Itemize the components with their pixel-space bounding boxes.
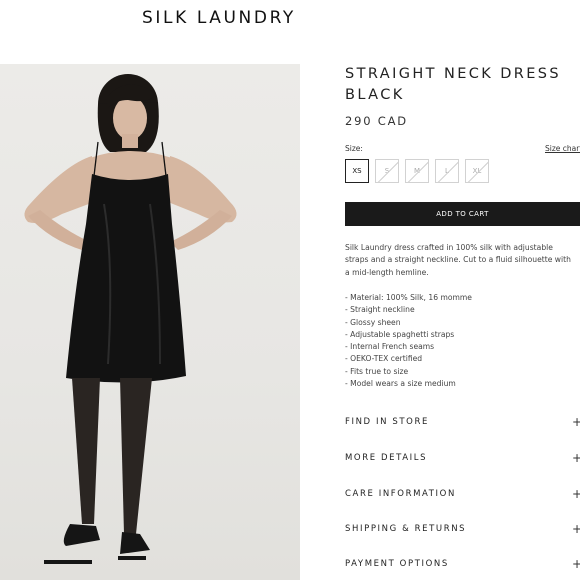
accordion-find-in-store[interactable]: FIND IN STORE + <box>345 412 580 432</box>
feature-item: - Glossy sheen <box>345 317 401 327</box>
feature-item: - OEKO-TEX certified <box>345 354 423 364</box>
model-figure-icon <box>24 74 237 564</box>
accordion-label: MORE DETAILS <box>345 453 428 463</box>
plus-icon: + <box>571 557 580 571</box>
accordion-label: SHIPPING & RETURNS <box>345 524 467 534</box>
size-option-xl[interactable]: XL <box>465 159 489 183</box>
size-option-m[interactable]: M <box>405 159 429 183</box>
accordion-shipping-returns[interactable]: SHIPPING & RETURNS + <box>345 519 580 539</box>
add-to-cart-button[interactable]: ADD TO CART <box>345 202 580 226</box>
feature-item: - Adjustable spaghetti straps <box>345 329 455 339</box>
feature-item: - Material: 100% Silk, 16 momme <box>345 293 472 302</box>
size-label: Size: <box>345 144 363 153</box>
accordion-label: PAYMENT OPTIONS <box>345 559 449 569</box>
plus-icon: + <box>571 522 580 536</box>
size-option-s[interactable]: S <box>375 159 399 183</box>
product-title-line2: BLACK <box>345 87 405 103</box>
plus-icon: + <box>571 451 580 465</box>
feature-item: - Straight neckline <box>345 305 415 315</box>
plus-icon: + <box>571 415 580 429</box>
product-title: STRAIGHT NECK DRESS BLACK <box>345 64 580 106</box>
feature-item: - Fits true to size <box>345 366 409 376</box>
accordion-payment-options[interactable]: PAYMENT OPTIONS + <box>345 554 580 574</box>
size-selector: XS S M L XL <box>345 159 489 183</box>
product-photo <box>0 64 300 580</box>
accordion-label: CARE INFORMATION <box>345 489 456 499</box>
feature-list: - Material: 100% Silk, 16 momme - Straig… <box>345 292 472 390</box>
size-option-l[interactable]: L <box>435 159 459 183</box>
size-chart-link[interactable]: Size chart <box>545 144 580 153</box>
feature-item: - Internal French seams <box>345 342 435 352</box>
product-title-line1: STRAIGHT NECK DRESS <box>345 66 562 82</box>
product-description: Silk Laundry dress crafted in 100% silk … <box>345 243 571 277</box>
accordion-care-information[interactable]: CARE INFORMATION + <box>345 484 580 504</box>
brand-logo[interactable]: SILK LAUNDRY <box>142 8 296 28</box>
accordion-more-details[interactable]: MORE DETAILS + <box>345 448 580 468</box>
feature-item: - Model wears a size medium <box>345 379 456 389</box>
product-price: 290 CAD <box>345 114 408 128</box>
size-option-xs[interactable]: XS <box>345 159 369 183</box>
plus-icon: + <box>571 487 580 501</box>
accordion-label: FIND IN STORE <box>345 417 429 427</box>
